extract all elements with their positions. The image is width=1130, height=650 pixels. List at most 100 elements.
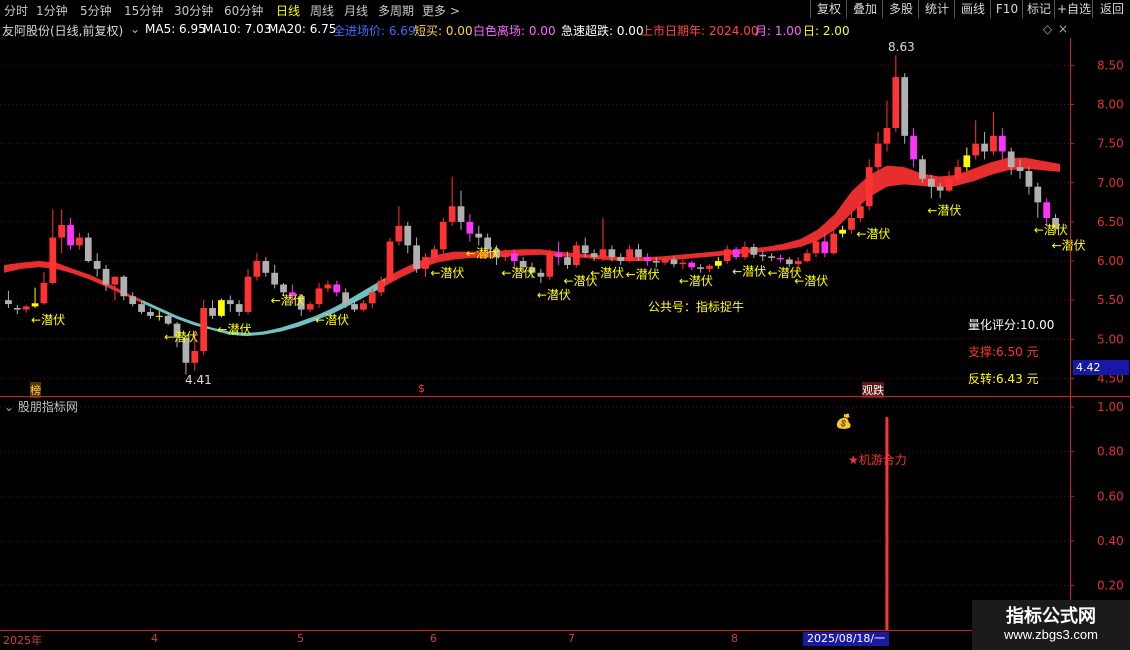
candle-body: [155, 315, 163, 317]
period-tab-daily[interactable]: 日线: [276, 2, 300, 19]
entry-price-label: 全进场价: 6.69: [333, 24, 416, 38]
close-icon[interactable]: ×: [1058, 22, 1068, 36]
sub-indicator-chart[interactable]: 1.00 0.80 0.60 0.40 0.20: [0, 396, 1130, 630]
candle-body: [40, 282, 48, 304]
sub-y-tick-label: 0.60: [1097, 489, 1124, 503]
candle-body: [839, 229, 846, 234]
f10-button[interactable]: F10: [990, 0, 1023, 18]
candle-body: [998, 135, 1006, 152]
signal-label: ←潜伏: [927, 203, 961, 217]
add-watchlist-button[interactable]: +自选: [1054, 0, 1093, 18]
y-tick-label: 5.00: [1097, 332, 1124, 346]
score-label: 量化评分:10.00: [968, 318, 1055, 332]
overlay-button[interactable]: 叠加: [846, 0, 883, 18]
y-tick-label: 6.50: [1097, 215, 1124, 229]
candle-body: [830, 233, 838, 254]
sub-y-tick-label: 0.80: [1097, 445, 1124, 459]
candle-body: [351, 304, 358, 310]
adjust-button[interactable]: 复权: [810, 0, 847, 18]
candle-body: [661, 259, 669, 263]
multi-stock-button[interactable]: 多股: [882, 0, 919, 18]
center-note: 公共号：指标捉牛: [648, 300, 745, 314]
period-tab-more[interactable]: 更多 >: [422, 2, 460, 19]
y-tick-label: 7.50: [1097, 137, 1124, 151]
signal-label: ←潜伏: [217, 322, 251, 336]
candle-body: [226, 300, 234, 305]
period-tab-multi[interactable]: 多周期: [378, 2, 414, 19]
signal-label: ←潜伏: [590, 266, 624, 280]
candle-body: [262, 261, 270, 273]
candle-body: [93, 261, 101, 269]
signal-label: ←潜伏: [501, 266, 535, 280]
draw-line-button[interactable]: 画线: [954, 0, 991, 18]
period-tab-5min[interactable]: 5分钟: [80, 2, 112, 19]
period-tab-15min[interactable]: 15分钟: [124, 2, 163, 19]
candle-body: [803, 253, 811, 262]
candle-body: [377, 280, 385, 293]
candle-body: [147, 311, 154, 316]
candle-body: [315, 288, 323, 305]
candle-body: [253, 261, 261, 277]
candle-body: [768, 256, 775, 258]
candle-body: [910, 135, 917, 160]
watermark-logo: 指标公式网 www.zbgs3.com: [972, 600, 1130, 650]
candle-body: [448, 206, 456, 222]
signal-label: ←潜伏: [679, 274, 713, 288]
signal-label: ←潜伏: [626, 268, 660, 282]
signal-label: ←潜伏: [271, 293, 305, 307]
kline-chart[interactable]: ←潜伏←潜伏←潜伏←潜伏←潜伏←潜伏←潜伏←潜伏←潜伏←潜伏←潜伏 ←潜伏 ←潜伏←…: [0, 38, 1130, 398]
candle-body: [200, 308, 208, 352]
chevron-down-icon[interactable]: ⌄: [130, 22, 140, 36]
candle-body: [706, 265, 713, 269]
signal-label: ←潜伏: [31, 313, 65, 327]
candle-body: [502, 253, 509, 258]
candle-body: [901, 77, 909, 136]
candle-body: [954, 167, 962, 179]
period-tab-timeshare[interactable]: 分时: [4, 2, 28, 19]
ma20-label: MA20: 6.75: [268, 22, 337, 36]
period-tab-1min[interactable]: 1分钟: [36, 2, 68, 19]
signal-label: ←潜伏: [1052, 239, 1086, 253]
indicator-legend: 友阿股份(日线,前复权) ⌄ MA5: 6.95 MA10: 7.03 MA20…: [0, 20, 1070, 38]
day-label: 日: 2.00: [803, 24, 850, 38]
candle-body: [164, 315, 172, 324]
candle-body: [812, 241, 820, 254]
period-tab-60min[interactable]: 60分钟: [224, 2, 263, 19]
back-button[interactable]: 返回: [1092, 0, 1130, 18]
candle-body: [564, 257, 571, 265]
period-tab-30min[interactable]: 30分钟: [174, 2, 213, 19]
candle-body: [191, 351, 199, 363]
period-toolbar: 分时 1分钟 5分钟 15分钟 30分钟 60分钟 日线 周线 月线 多周期 更…: [0, 0, 1130, 19]
sub-grid: [0, 406, 1070, 586]
candle-body: [510, 253, 518, 262]
candle-body: [635, 249, 642, 258]
signal-label: ←潜伏: [466, 246, 500, 260]
candle-body: [422, 257, 429, 269]
candle-body: [546, 253, 554, 277]
period-tab-weekly[interactable]: 周线: [310, 2, 334, 19]
diamond-icon[interactable]: ◇: [1043, 22, 1052, 36]
stats-button[interactable]: 统计: [918, 0, 955, 18]
candle-body: [821, 241, 829, 254]
signal-label: ←潜伏: [732, 264, 766, 278]
watermark-title: 指标公式网: [1006, 606, 1096, 627]
candle-body: [785, 259, 793, 265]
candle-body: [102, 268, 110, 285]
month-label: 月: 1.00: [755, 24, 802, 38]
candle-body: [5, 300, 12, 305]
mark-button[interactable]: 标记: [1022, 0, 1055, 18]
candle-body: [386, 241, 394, 281]
current-price-tag: 4.42: [1073, 360, 1129, 375]
candle-body: [271, 272, 279, 285]
candle-body: [306, 304, 314, 310]
candle-body: [209, 308, 216, 316]
candle-body: [368, 292, 376, 304]
candle-body: [120, 276, 128, 297]
period-tab-monthly[interactable]: 月线: [344, 2, 368, 19]
candle-body: [457, 206, 465, 222]
candle-body: [590, 253, 598, 258]
candle-body: [990, 135, 997, 152]
candle-body: [76, 237, 83, 246]
y-tick-label: 8.50: [1097, 58, 1124, 72]
dollar-marker: $: [418, 382, 425, 395]
